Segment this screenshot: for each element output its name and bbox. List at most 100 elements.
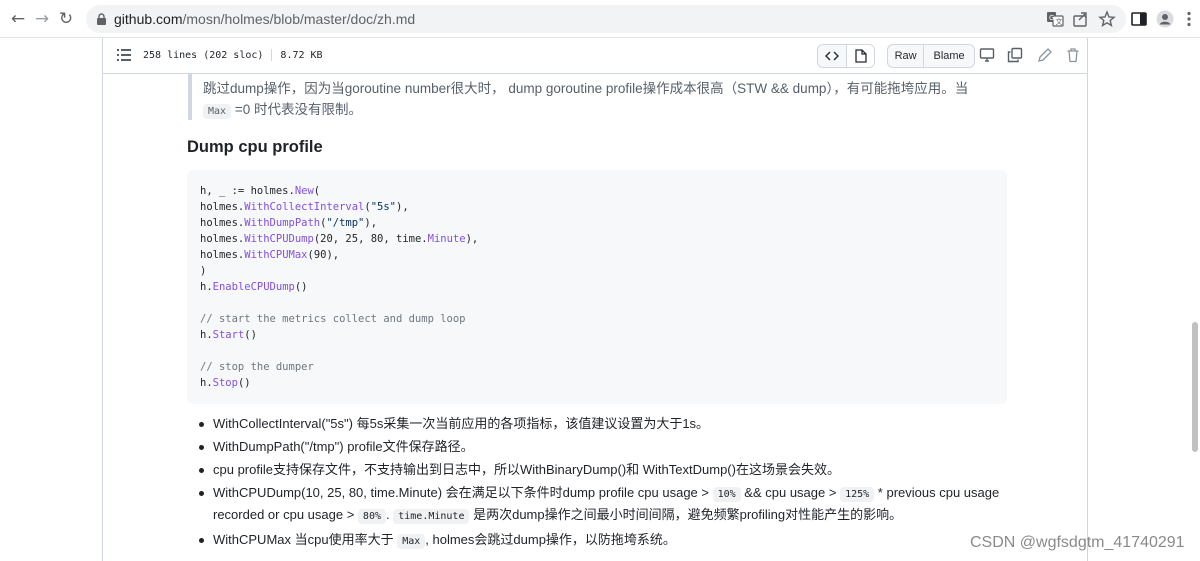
code-token: ), (326, 249, 340, 261)
trash-icon[interactable] (1065, 47, 1081, 63)
quote-line-2-text: =0 时代表没有限制。 (234, 102, 362, 117)
code-token: ( (313, 185, 321, 197)
list-text: WithCPUMax 当cpu使用率大于 (213, 532, 394, 547)
code-token: holmes. (200, 201, 245, 213)
list-text: , holmes会跳过dump操作，以防拖垮系统。 (425, 532, 676, 547)
url-text: github.com/mosn/holmes/blob/master/doc/z… (114, 11, 415, 27)
list-text: && cpu usage > (744, 485, 837, 500)
file-size: 8.72 KB (280, 50, 323, 61)
code-token: EnableCPUDump (212, 281, 295, 293)
code-token: () (244, 329, 257, 341)
raw-button[interactable]: Raw (888, 45, 923, 67)
code-line: ) (200, 265, 207, 277)
file-info: 258 lines (202 sloc) 8.72 KB (143, 49, 323, 61)
code-line: holmes.WithCPUDump(20, 25, 80, time.Minu… (200, 231, 994, 247)
desktop-icon[interactable] (979, 47, 995, 63)
code-token: 20, 25, 80 (320, 233, 384, 245)
code-line: holmes.WithCollectInterval("5s"), (200, 199, 994, 215)
inline-code-max: Max (203, 104, 232, 119)
list-item: cpu profile支持保存文件，不支持输出到日志中，所以WithBinary… (199, 460, 1019, 480)
code-view-button[interactable] (818, 45, 846, 67)
bookmark-star-icon[interactable] (1098, 10, 1116, 28)
list-item: WithCPUMax 当cpu使用率大于 Max, holmes会跳过dump操… (199, 530, 1019, 552)
code-token: WithDumpPath (244, 217, 321, 229)
section-heading: Dump cpu profile (187, 138, 323, 156)
page-scrollbar[interactable] (1190, 38, 1200, 561)
code-block: h, _ := holmes.New( holmes.WithCollectIn… (187, 170, 1007, 404)
markdown-body: 跳过dump操作，因为当goroutine number很大时， dump go… (102, 74, 1088, 561)
code-token: WithCPUMax (244, 249, 308, 261)
list-item: WithCPUDump(10, 25, 80, time.Minute) 会在满… (199, 483, 1019, 527)
blame-button[interactable]: Blame (923, 45, 974, 67)
raw-blame-group: Raw Blame (887, 44, 975, 68)
code-token: holmes. (200, 217, 245, 229)
code-token: WithCollectInterval (244, 201, 365, 213)
code-token: ), (364, 217, 378, 229)
file-icon (854, 49, 867, 63)
code-line: h, _ := holmes.New( (200, 183, 994, 199)
code-token: , time. (383, 233, 428, 245)
profile-icon[interactable] (1156, 10, 1174, 28)
menu-icon[interactable] (1180, 10, 1198, 28)
inline-code: 80% (357, 509, 386, 524)
code-token: () (294, 281, 308, 293)
inline-code: 10% (712, 487, 741, 502)
quote-line-2: Max =0 时代表没有限制。 (203, 99, 1008, 122)
code-token: holmes. (200, 249, 245, 261)
pencil-icon[interactable] (1037, 47, 1053, 63)
code-token: () (237, 377, 251, 389)
reload-icon[interactable]: ↻ (56, 9, 76, 29)
view-toggle (817, 44, 875, 68)
watermark: CSDN @wgfsdgtm_41740291 (970, 534, 1185, 551)
code-comment: // start the metrics collect and dump lo… (200, 313, 466, 325)
bullet-list: WithCollectInterval("5s") 每5s采集一次当前应用的各项… (199, 414, 1019, 555)
list-item: WithDumpPath("/tmp") profile文件保存路径。 (199, 437, 1019, 457)
list-text: 是两次dump操作之间最小时间间隔，避免频繁profiling对性能产生的影响。 (473, 507, 903, 522)
address-bar[interactable]: github.com/mosn/holmes/blob/master/doc/z… (86, 5, 1126, 33)
url-host: github.com (114, 11, 183, 27)
code-line: h.Start() (200, 327, 994, 343)
code-token: New (294, 185, 314, 197)
code-token: h. (200, 281, 213, 293)
code-token: h. (200, 329, 213, 341)
code-token: h. (200, 377, 213, 389)
code-token: ), (465, 233, 479, 245)
code-token: holmes. (200, 233, 245, 245)
code-comment: // stop the dumper (200, 361, 314, 373)
code-token: "5s" (370, 201, 396, 213)
inline-code: time.Minute (393, 509, 470, 524)
code-token: h, _ := holmes. (200, 185, 295, 197)
inline-code: 125% (840, 487, 875, 502)
side-panel-icon[interactable] (1130, 10, 1148, 28)
share-icon[interactable] (1072, 10, 1090, 28)
file-header: 258 lines (202 sloc) 8.72 KB Raw Blame (102, 38, 1088, 74)
code-brackets-icon (825, 51, 839, 61)
svg-text:文: 文 (1056, 17, 1063, 26)
list-text: WithCPUDump(10, 25, 80, time.Minute) 会在满… (213, 485, 709, 500)
quote-line-1: 跳过dump操作，因为当goroutine number很大时， dump go… (203, 81, 969, 96)
browser-toolbar: ← → ↻ github.com/mosn/holmes/blob/master… (0, 0, 1200, 38)
preview-view-button[interactable] (846, 45, 874, 67)
divider (271, 49, 273, 61)
code-line: holmes.WithDumpPath("/tmp"), (200, 215, 994, 231)
back-arrow-icon[interactable]: ← (8, 9, 28, 29)
code-token: Stop (212, 377, 238, 389)
translate-icon[interactable]: G 文 (1046, 10, 1064, 28)
code-token: WithCPUDump (244, 233, 314, 245)
outline-list-icon[interactable] (117, 49, 131, 61)
code-line: h.Stop() (200, 375, 994, 391)
scrollbar-thumb[interactable] (1192, 322, 1198, 452)
copy-icon[interactable] (1007, 47, 1023, 63)
code-token: ), (396, 201, 409, 213)
code-line: holmes.WithCPUMax(90), (200, 247, 994, 263)
svg-text:G: G (1049, 14, 1054, 22)
list-item: WithCollectInterval("5s") 每5s采集一次当前应用的各项… (199, 414, 1019, 434)
url-path: /mosn/holmes/blob/master/doc/zh.md (182, 11, 416, 27)
inline-code: Max (397, 534, 426, 549)
lock-icon[interactable] (96, 13, 107, 25)
code-token: "/tmp" (326, 217, 365, 229)
code-token: 90 (313, 249, 327, 261)
forward-arrow-icon[interactable]: → (32, 9, 52, 29)
